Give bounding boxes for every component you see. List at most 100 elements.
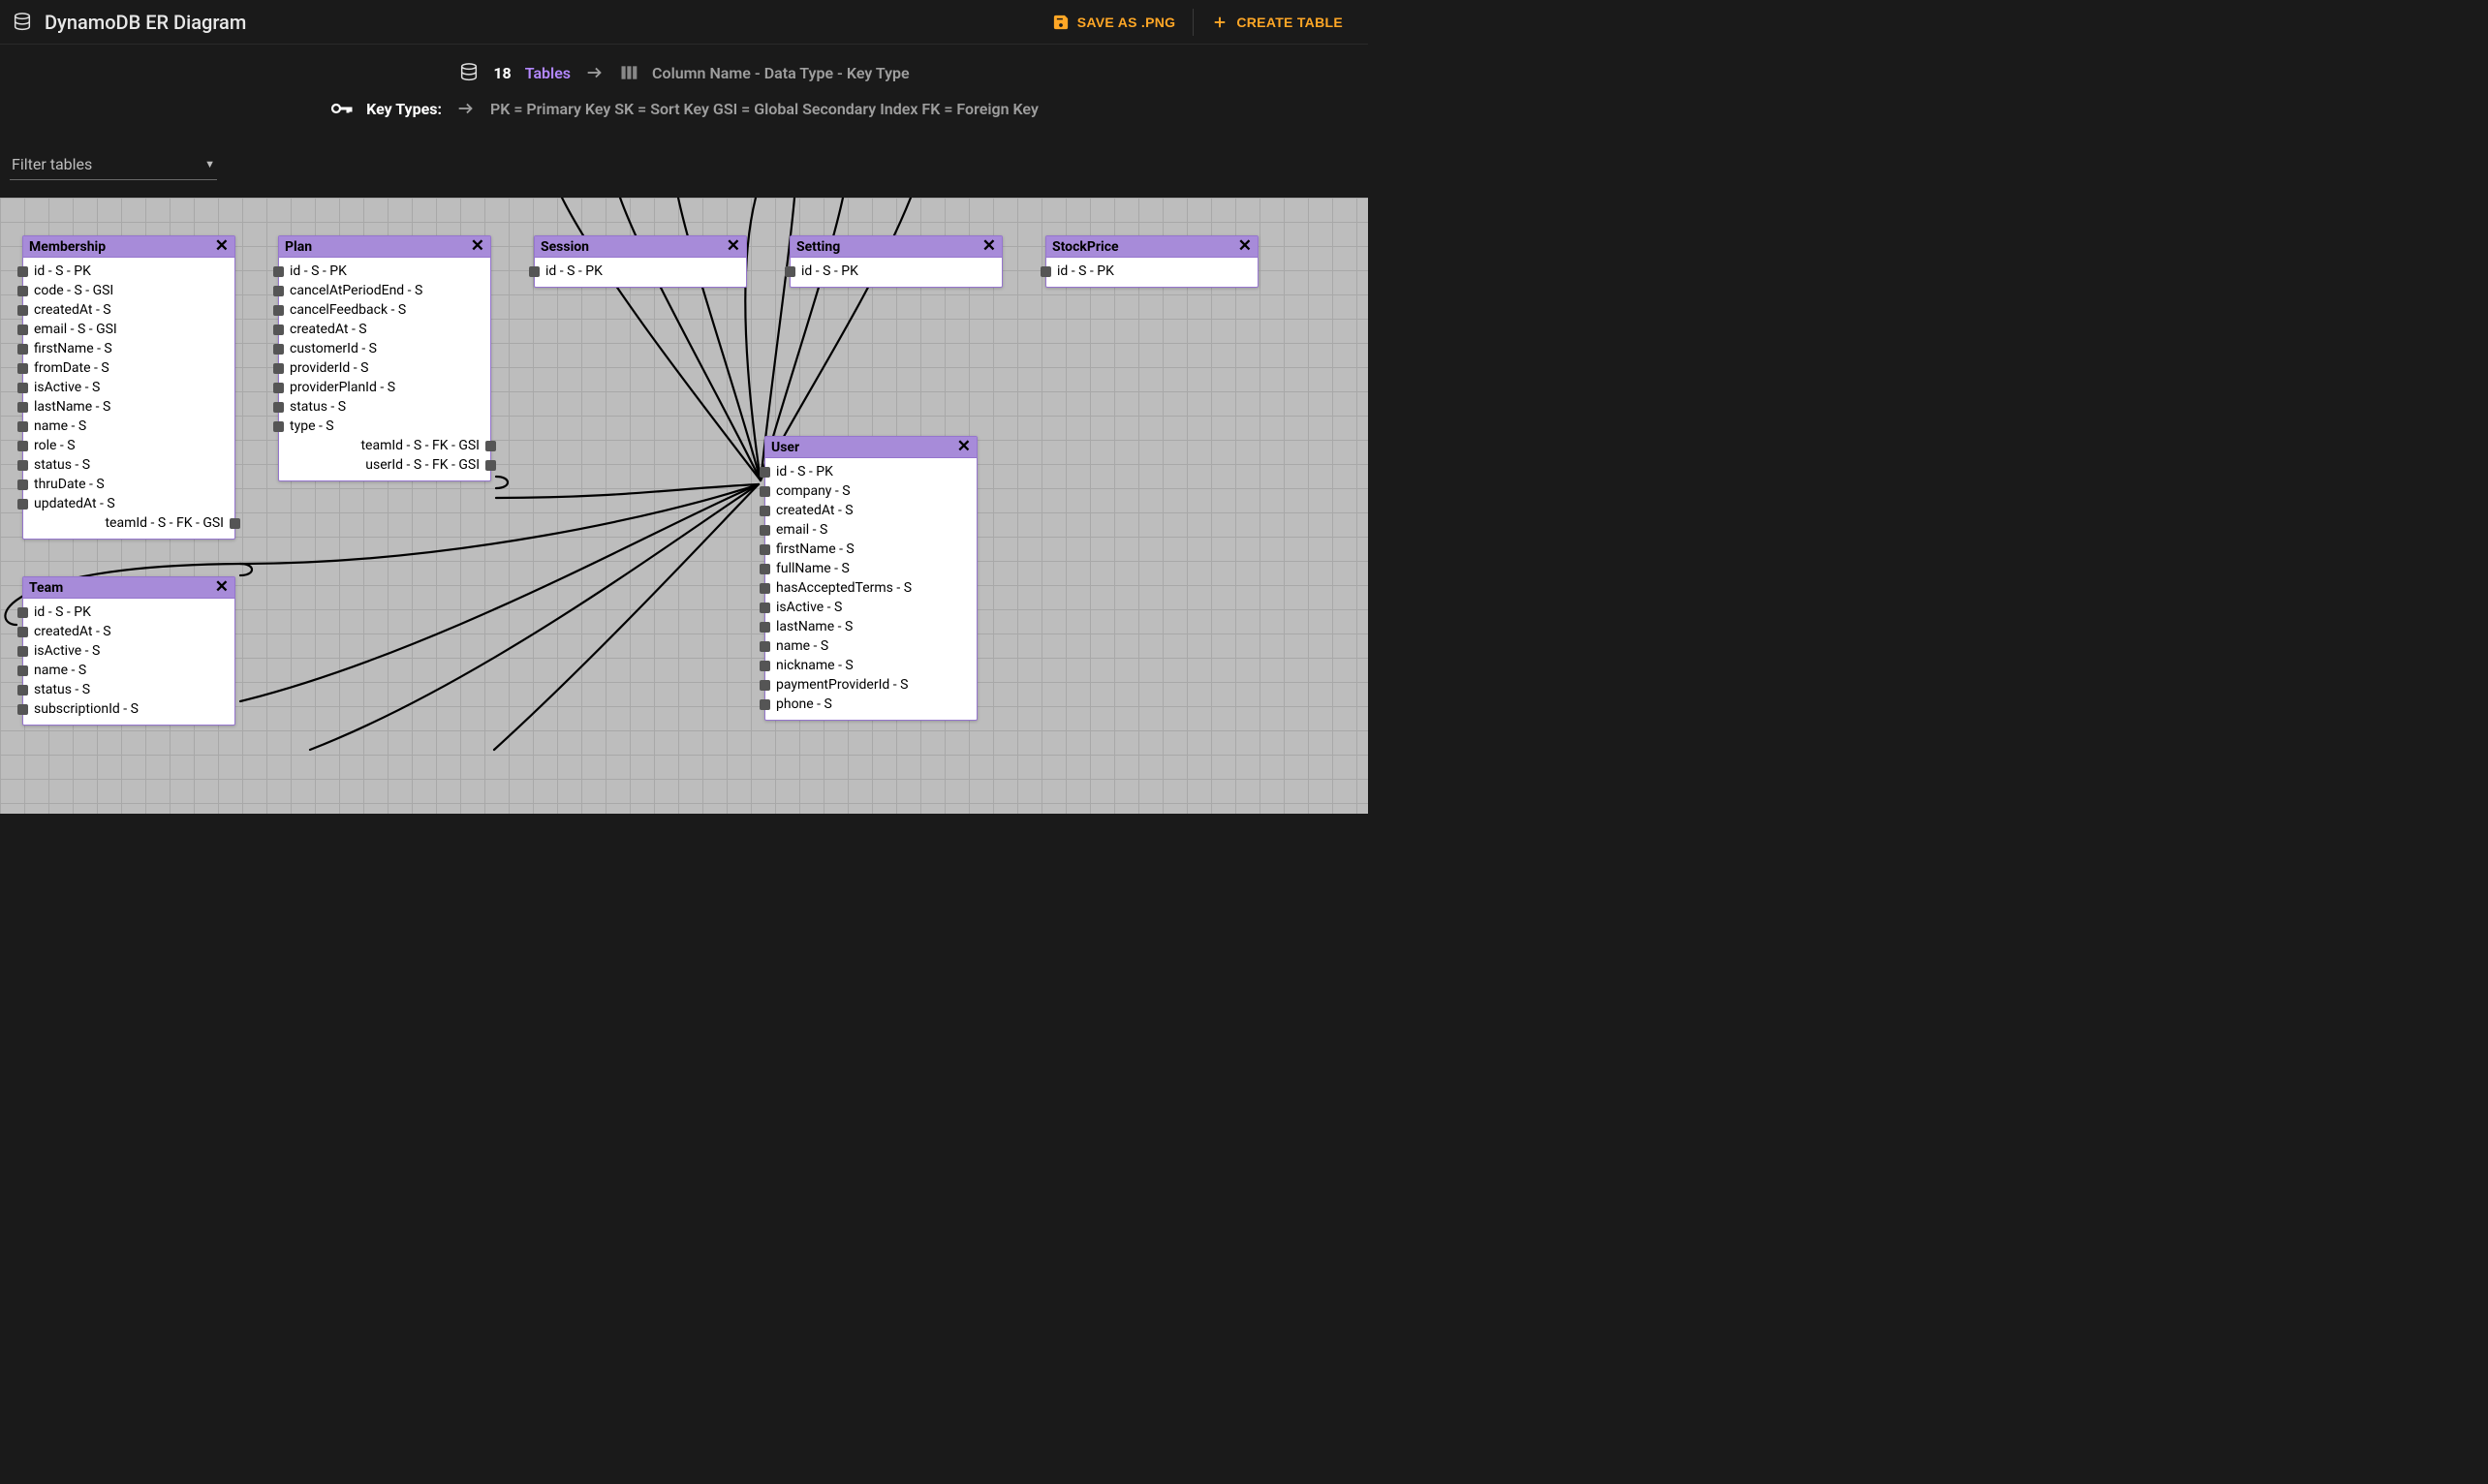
close-icon[interactable]: ✕ bbox=[957, 439, 971, 455]
port-icon[interactable] bbox=[760, 680, 770, 691]
port-icon[interactable] bbox=[273, 383, 284, 393]
port-icon[interactable] bbox=[17, 646, 28, 657]
column-row[interactable]: id - S - PK bbox=[29, 603, 229, 622]
column-row[interactable]: company - S bbox=[771, 481, 971, 501]
table-node-team[interactable]: Team✕ id - S - PKcreatedAt - SisActive - … bbox=[22, 576, 235, 726]
column-row[interactable]: phone - S bbox=[771, 695, 971, 714]
port-icon[interactable] bbox=[17, 305, 28, 316]
column-row[interactable]: email - S bbox=[771, 520, 971, 540]
filter-tables-select[interactable]: Filter tables ▼ bbox=[10, 149, 217, 180]
port-icon[interactable] bbox=[785, 266, 795, 277]
port-icon[interactable] bbox=[760, 622, 770, 633]
port-icon[interactable] bbox=[760, 467, 770, 478]
column-row[interactable]: customerId - S bbox=[285, 339, 484, 358]
column-row[interactable]: fullName - S bbox=[771, 559, 971, 578]
table-node-user[interactable]: User✕ id - S - PKcompany - ScreatedAt - S… bbox=[764, 436, 978, 721]
port-icon[interactable] bbox=[17, 363, 28, 374]
column-row[interactable]: status - S bbox=[29, 680, 229, 699]
column-row[interactable]: cancelFeedback - S bbox=[285, 300, 484, 320]
column-row[interactable]: providerPlanId - S bbox=[285, 378, 484, 397]
column-row[interactable]: firstName - S bbox=[771, 540, 971, 559]
column-row[interactable]: firstName - S bbox=[29, 339, 229, 358]
column-row[interactable]: lastName - S bbox=[29, 397, 229, 417]
port-icon[interactable] bbox=[760, 564, 770, 574]
port-icon[interactable] bbox=[760, 506, 770, 516]
port-icon[interactable] bbox=[529, 266, 540, 277]
column-row[interactable]: id - S - PK bbox=[771, 462, 971, 481]
column-row[interactable]: createdAt - S bbox=[285, 320, 484, 339]
port-icon[interactable] bbox=[17, 421, 28, 432]
port-icon[interactable] bbox=[17, 685, 28, 696]
port-icon[interactable] bbox=[17, 344, 28, 355]
port-icon[interactable] bbox=[273, 286, 284, 296]
table-header[interactable]: Plan✕ bbox=[279, 236, 490, 258]
table-node-plan[interactable]: Plan✕ id - S - PKcancelAtPeriodEnd - Scan… bbox=[278, 235, 491, 481]
port-icon[interactable] bbox=[17, 704, 28, 715]
table-header[interactable]: Setting✕ bbox=[791, 236, 1002, 258]
port-icon[interactable] bbox=[17, 402, 28, 413]
table-header[interactable]: Team✕ bbox=[23, 577, 234, 599]
column-row[interactable]: id - S - PK bbox=[541, 262, 740, 281]
table-node-session[interactable]: Session✕ id - S - PK bbox=[534, 235, 747, 288]
column-row[interactable]: isActive - S bbox=[771, 598, 971, 617]
diagram-canvas[interactable]: Membership✕id - S - PKcode - S - GSIcrea… bbox=[0, 198, 1368, 814]
port-icon[interactable] bbox=[273, 325, 284, 335]
column-row[interactable]: updatedAt - S bbox=[29, 494, 229, 513]
port-icon[interactable] bbox=[17, 627, 28, 637]
column-row[interactable]: code - S - GSI bbox=[29, 281, 229, 300]
close-icon[interactable]: ✕ bbox=[471, 238, 484, 255]
close-icon[interactable]: ✕ bbox=[982, 238, 996, 255]
column-row[interactable]: status - S bbox=[285, 397, 484, 417]
column-row[interactable]: createdAt - S bbox=[29, 622, 229, 641]
column-row[interactable]: paymentProviderId - S bbox=[771, 675, 971, 695]
table-header[interactable]: Session✕ bbox=[535, 236, 746, 258]
port-icon[interactable] bbox=[17, 460, 28, 471]
create-table-button[interactable]: CREATE TABLE bbox=[1197, 6, 1356, 39]
column-row[interactable]: id - S - PK bbox=[796, 262, 996, 281]
port-icon[interactable] bbox=[230, 518, 240, 529]
port-icon[interactable] bbox=[17, 607, 28, 618]
table-header[interactable]: User✕ bbox=[765, 437, 977, 458]
column-row[interactable]: isActive - S bbox=[29, 641, 229, 661]
port-icon[interactable] bbox=[17, 665, 28, 676]
port-icon[interactable] bbox=[760, 641, 770, 652]
column-row[interactable]: id - S - PK bbox=[1052, 262, 1252, 281]
column-row[interactable]: createdAt - S bbox=[29, 300, 229, 320]
column-row[interactable]: id - S - PK bbox=[285, 262, 484, 281]
port-icon[interactable] bbox=[273, 344, 284, 355]
column-row[interactable]: name - S bbox=[771, 636, 971, 656]
column-row[interactable]: lastName - S bbox=[771, 617, 971, 636]
port-icon[interactable] bbox=[17, 325, 28, 335]
port-icon[interactable] bbox=[17, 499, 28, 510]
port-icon[interactable] bbox=[760, 661, 770, 671]
column-row[interactable]: providerId - S bbox=[285, 358, 484, 378]
port-icon[interactable] bbox=[760, 603, 770, 613]
column-row[interactable]: status - S bbox=[29, 455, 229, 475]
column-row[interactable]: name - S bbox=[29, 417, 229, 436]
port-icon[interactable] bbox=[485, 441, 496, 451]
port-icon[interactable] bbox=[273, 421, 284, 432]
close-icon[interactable]: ✕ bbox=[215, 238, 229, 255]
port-icon[interactable] bbox=[760, 583, 770, 594]
column-row[interactable]: isActive - S bbox=[29, 378, 229, 397]
port-icon[interactable] bbox=[1041, 266, 1051, 277]
port-icon[interactable] bbox=[17, 383, 28, 393]
port-icon[interactable] bbox=[17, 479, 28, 490]
port-icon[interactable] bbox=[760, 525, 770, 536]
column-row[interactable]: teamId - S - FK - GSI bbox=[29, 513, 229, 533]
column-row[interactable]: name - S bbox=[29, 661, 229, 680]
close-icon[interactable]: ✕ bbox=[1238, 238, 1252, 255]
close-icon[interactable]: ✕ bbox=[215, 579, 229, 596]
column-row[interactable]: hasAcceptedTerms - S bbox=[771, 578, 971, 598]
table-node-setting[interactable]: Setting✕ id - S - PK bbox=[790, 235, 1003, 288]
port-icon[interactable] bbox=[485, 460, 496, 471]
column-row[interactable]: type - S bbox=[285, 417, 484, 436]
port-icon[interactable] bbox=[17, 286, 28, 296]
table-header[interactable]: StockPrice✕ bbox=[1046, 236, 1258, 258]
column-row[interactable]: thruDate - S bbox=[29, 475, 229, 494]
column-row[interactable]: createdAt - S bbox=[771, 501, 971, 520]
port-icon[interactable] bbox=[273, 305, 284, 316]
port-icon[interactable] bbox=[760, 486, 770, 497]
port-icon[interactable] bbox=[760, 544, 770, 555]
column-row[interactable]: cancelAtPeriodEnd - S bbox=[285, 281, 484, 300]
